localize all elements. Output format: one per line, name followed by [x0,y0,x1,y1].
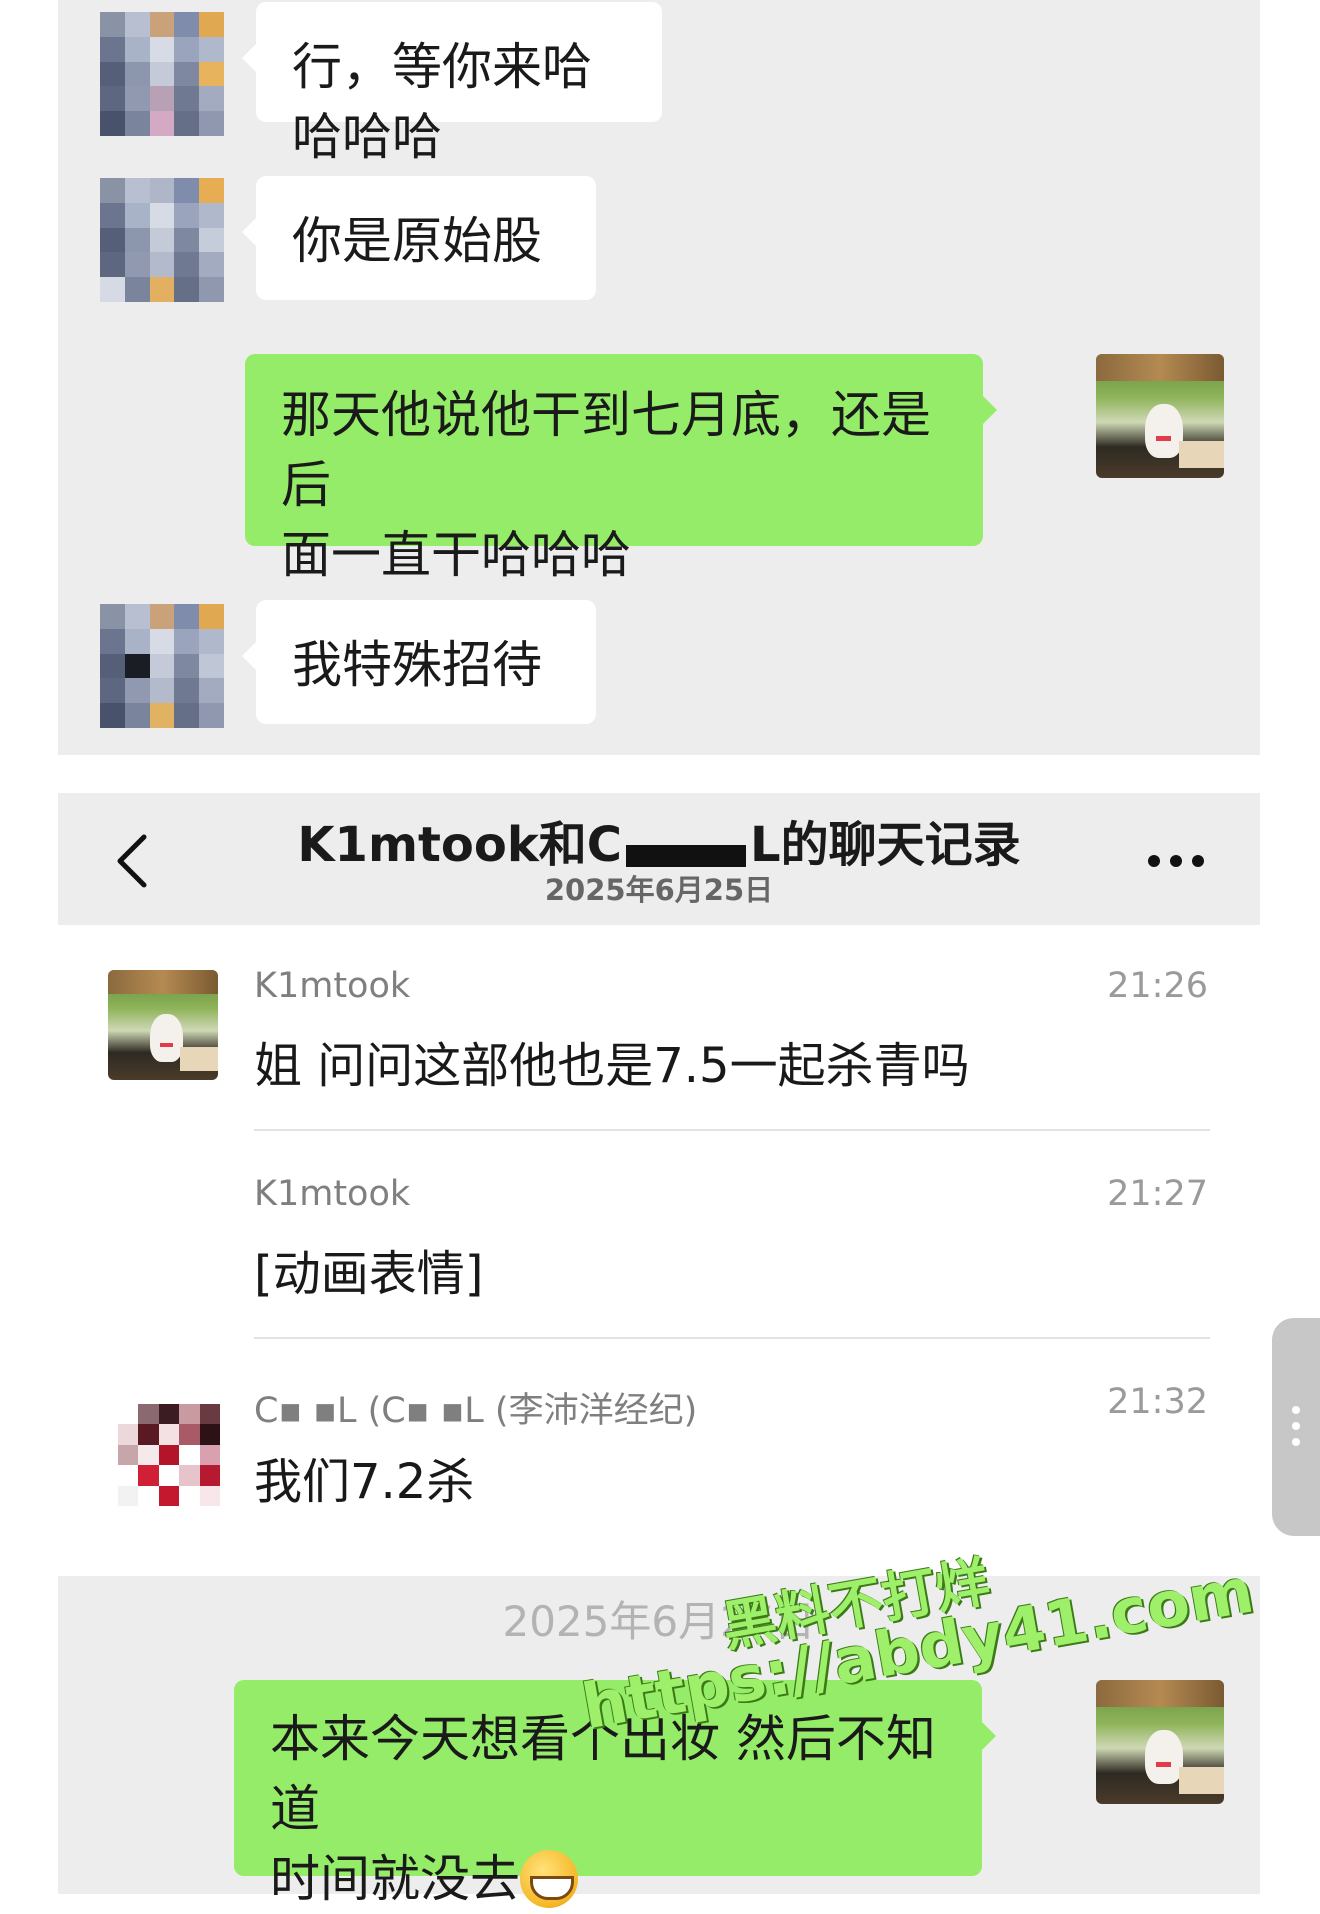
message-text-line1: 那天他说他干到七月底，还是后 [281,386,931,514]
message-bubble[interactable]: 你是原始股 [242,176,596,300]
contact-avatar[interactable] [100,12,224,136]
chat-view: 行，等你来哈哈哈哈 你是原始股 那天他说他干到七月底，还是后 面一直干哈哈哈 我… [58,0,1260,755]
record-avatar [118,1404,220,1506]
divider [254,1337,1210,1339]
record-time: 21:27 [1107,1174,1208,1214]
message-bubble-self[interactable]: 那天他说他干到七月底，还是后 面一直干哈哈哈 [245,354,997,584]
message-text: 行，等你来哈哈哈哈 [292,38,592,166]
more-dots-icon[interactable] [1148,853,1204,869]
history-record[interactable]: C▪ ▪L (C▪ ▪L (李沛洋经纪) 21:32 我们7.2杀 [58,1376,1260,1544]
message-text-line2: 时间就没去 [270,1850,520,1908]
grinning-emoji-icon [520,1849,578,1908]
record-sender: C▪ ▪L (C▪ ▪L (李沛洋经纪) [254,1391,698,1431]
contact-avatar[interactable] [100,604,224,728]
history-record[interactable]: K1mtook 21:26 姐 问问这部他也是7.5一起杀青吗 [58,960,1260,1128]
self-avatar[interactable] [1096,354,1224,478]
message-text: 你是原始股 [292,212,542,270]
chat-history-date: 2025年6月25日 [544,873,774,907]
message-text-line2: 面一直干哈哈哈 [281,526,631,584]
contact-avatar[interactable] [100,178,224,302]
record-time: 21:26 [1107,966,1208,1006]
side-scroll-handle[interactable] [1272,1318,1320,1536]
record-avatar [108,970,218,1080]
record-text: 姐 问问这部他也是7.5一起杀青吗 [254,1038,970,1094]
message-bubble[interactable]: 行，等你来哈哈哈哈 [242,2,662,166]
record-sender: K1mtook [254,966,411,1006]
message-text: 我特殊招待 [292,636,542,694]
record-time: 21:32 [1107,1382,1208,1422]
record-sender: K1mtook [254,1174,411,1214]
redacted-name [626,845,747,867]
record-text: [动画表情] [254,1246,484,1302]
record-text: 我们7.2杀 [254,1454,475,1510]
divider [254,1129,1210,1131]
self-avatar[interactable] [1096,1680,1224,1804]
chat-history-header: K1mtook和C L的聊天记录 2025年6月25日 [58,793,1260,925]
history-record[interactable]: K1mtook 21:27 [动画表情] [58,1168,1260,1336]
message-bubble[interactable]: 我特殊招待 [242,600,596,724]
